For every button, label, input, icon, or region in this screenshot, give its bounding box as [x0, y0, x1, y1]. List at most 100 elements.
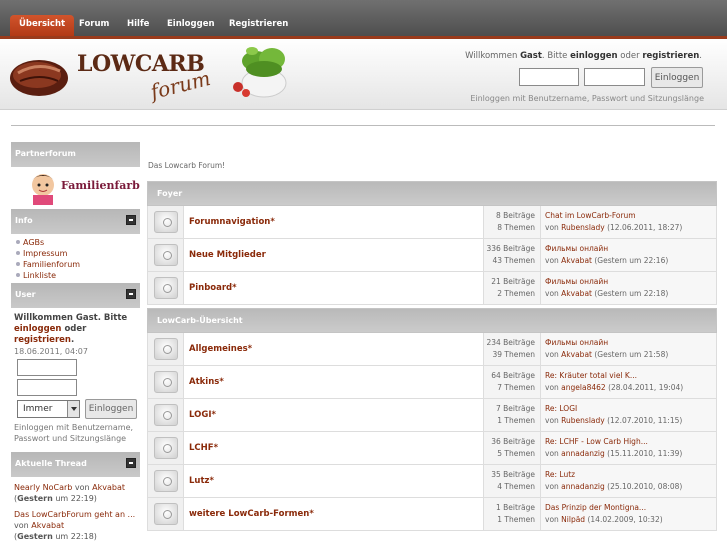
- thread-link[interactable]: Nearly NoCarb: [14, 483, 72, 492]
- forum-name: Neue Mitglieder: [184, 239, 484, 271]
- last-post-link[interactable]: Re: LCHF - Low Carb High...: [545, 437, 648, 446]
- partner-banner[interactable]: Familienfarben: [11, 167, 155, 205]
- recent-threads: Nearly NoCarb von Akvabat (Gestern um 22…: [11, 477, 140, 542]
- thread-author-link[interactable]: Akvabat: [31, 521, 64, 530]
- bullet-icon: [16, 273, 20, 277]
- session-duration-select[interactable]: Immer: [17, 400, 80, 418]
- login-button[interactable]: Einloggen: [651, 67, 703, 88]
- post-count: 8 Beiträge: [496, 211, 535, 220]
- guest-label: Gast: [520, 51, 542, 61]
- last-post-link[interactable]: Re: Kräuter total viel K...: [545, 371, 637, 380]
- current-date: 18.06.2011, 04:07: [14, 347, 88, 356]
- forum-stats: 336 Beiträge 43 Themen: [484, 239, 541, 271]
- last-post-author-link[interactable]: Akvabat: [561, 256, 592, 265]
- post-count: 36 Beiträge: [491, 437, 535, 446]
- last-post: Фильмы онлайн von Akvabat (Gestern um 21:…: [545, 338, 669, 359]
- sidebar-login-button[interactable]: Einloggen: [85, 399, 137, 419]
- sidebar-password-input[interactable]: [17, 379, 77, 396]
- tab-registrieren[interactable]: Registrieren: [220, 15, 297, 36]
- category-lowcarb-uebersicht: Allgemeines* 234 Beiträge 39 Themen Фильм…: [147, 333, 717, 531]
- main-content: Das Lowcarb Forum! Foyer Forumnavigation…: [147, 158, 717, 531]
- chevron-down-icon: [67, 401, 79, 417]
- forum-status-icon: [148, 465, 184, 497]
- last-post-author-link[interactable]: Rubenslady: [561, 223, 605, 232]
- last-post: Chat im LowCarb-Forum von Rubenslady (12.…: [545, 211, 683, 232]
- forum-link[interactable]: Lutz*: [189, 476, 214, 486]
- last-post-author-link[interactable]: Akvabat: [561, 350, 592, 359]
- forum-link[interactable]: Atkins*: [189, 377, 224, 387]
- username-input[interactable]: [519, 68, 579, 86]
- post-count: 7 Beiträge: [496, 404, 535, 413]
- last-post: Re: LCHF - Low Carb High... von annadanzi…: [545, 437, 683, 458]
- info-link-familienforum[interactable]: Familienforum: [11, 259, 140, 270]
- password-input[interactable]: [584, 68, 645, 86]
- last-post-link[interactable]: Фильмы онлайн: [545, 277, 608, 286]
- forum-status-icon: [148, 333, 184, 365]
- last-post-link[interactable]: Re: LOGI: [545, 404, 577, 413]
- tab-forum[interactable]: Forum: [70, 15, 118, 36]
- familienfarben-logo: Familienfarben: [31, 174, 155, 205]
- sidebar-threads-header: Aktuelle Thread: [11, 452, 140, 477]
- forum-stats: 64 Beiträge 7 Themen: [484, 366, 541, 398]
- last-post-author-link[interactable]: annadanzig: [561, 449, 605, 458]
- sidebar: Partnerforum Familienfarben Info AGBs Im…: [11, 142, 155, 542]
- last-post: Re: Lutz von annadanzig (25.10.2010, 08:0…: [545, 470, 683, 491]
- forum-row: Forumnavigation* 8 Beiträge 8 Themen Chat…: [147, 206, 717, 239]
- register-link[interactable]: registrieren: [642, 51, 699, 61]
- sidebar-username-input[interactable]: [17, 359, 77, 376]
- forum-name: Atkins*: [184, 366, 484, 398]
- salad-bowl-icon: [233, 47, 287, 98]
- user-welcome: Willkommen Gast. Bitte einloggen oder re…: [14, 313, 128, 345]
- topic-count: 1 Themen: [497, 416, 535, 425]
- last-post-link[interactable]: Re: Lutz: [545, 470, 575, 479]
- forum-link[interactable]: Forumnavigation*: [189, 217, 275, 227]
- forum-link[interactable]: Allgemeines*: [189, 344, 252, 354]
- info-link-impressum[interactable]: Impressum: [11, 248, 140, 259]
- last-post-author-link[interactable]: Rubenslady: [561, 416, 605, 425]
- forum-row: LOGI* 7 Beiträge 1 Themen Re: LOGI von Rub…: [147, 399, 717, 432]
- thread-link[interactable]: Das LowCarbForum geht an ...: [14, 510, 135, 519]
- last-post-link[interactable]: Chat im LowCarb-Forum: [545, 211, 636, 220]
- last-post-link[interactable]: Фильмы онлайн: [545, 338, 608, 347]
- login-link[interactable]: einloggen: [570, 51, 617, 61]
- collapse-icon[interactable]: [126, 215, 136, 225]
- topic-count: 39 Themen: [492, 350, 535, 359]
- last-post-author-link[interactable]: angela8462: [561, 383, 606, 392]
- thread-item: Das LowCarbForum geht an ... von Akvabat…: [14, 510, 136, 541]
- sidebar-register-link[interactable]: registrieren: [14, 335, 71, 345]
- forum-link[interactable]: Pinboard*: [189, 283, 237, 293]
- thread-author-link[interactable]: Akvabat: [92, 483, 125, 492]
- forum-link[interactable]: LCHF*: [189, 443, 218, 453]
- forum-name: Allgemeines*: [184, 333, 484, 365]
- last-post-time: (Gestern um 22:18): [594, 289, 669, 298]
- info-link-linkliste[interactable]: Linkliste: [11, 270, 140, 281]
- tab-uebersicht[interactable]: Übersicht: [10, 15, 75, 36]
- last-post-author-link[interactable]: Akvabat: [561, 289, 592, 298]
- collapse-icon[interactable]: [126, 289, 136, 299]
- forum-stats: 35 Beiträge 4 Themen: [484, 465, 541, 497]
- last-post-author-link[interactable]: Nilpäd: [561, 515, 585, 524]
- sidebar-login-hint: Einloggen mit Benutzername, Passwort und…: [14, 423, 134, 443]
- last-post-link[interactable]: Das Prinzip der Montigna...: [545, 503, 646, 512]
- post-count: 21 Beiträge: [491, 277, 535, 286]
- collapse-icon[interactable]: [126, 458, 136, 468]
- sidebar-user-header: User: [11, 283, 140, 308]
- forum-stats: 8 Beiträge 8 Themen: [484, 206, 541, 238]
- topic-count: 8 Themen: [497, 223, 535, 232]
- last-post-time: (14.02.2009, 10:32): [587, 515, 663, 524]
- tab-einloggen[interactable]: Einloggen: [158, 15, 224, 36]
- post-count: 35 Beiträge: [491, 470, 535, 479]
- last-post-time: (Gestern um 21:58): [594, 350, 669, 359]
- forum-name: Forumnavigation*: [184, 206, 484, 238]
- forum-link[interactable]: weitere LowCarb-Formen*: [189, 509, 314, 519]
- sidebar-login-link[interactable]: einloggen: [14, 324, 61, 334]
- last-post-author-link[interactable]: annadanzig: [561, 482, 605, 491]
- forum-link[interactable]: Neue Mitglieder: [189, 250, 266, 260]
- tab-hilfe[interactable]: Hilfe: [118, 15, 158, 36]
- last-post-link[interactable]: Фильмы онлайн: [545, 244, 608, 253]
- info-link-agbs[interactable]: AGBs: [11, 237, 140, 248]
- forum-link[interactable]: LOGI*: [189, 410, 216, 420]
- forum-status-icon: [148, 498, 184, 530]
- forum-stats: 21 Beiträge 2 Themen: [484, 272, 541, 304]
- post-count: 1 Beiträge: [496, 503, 535, 512]
